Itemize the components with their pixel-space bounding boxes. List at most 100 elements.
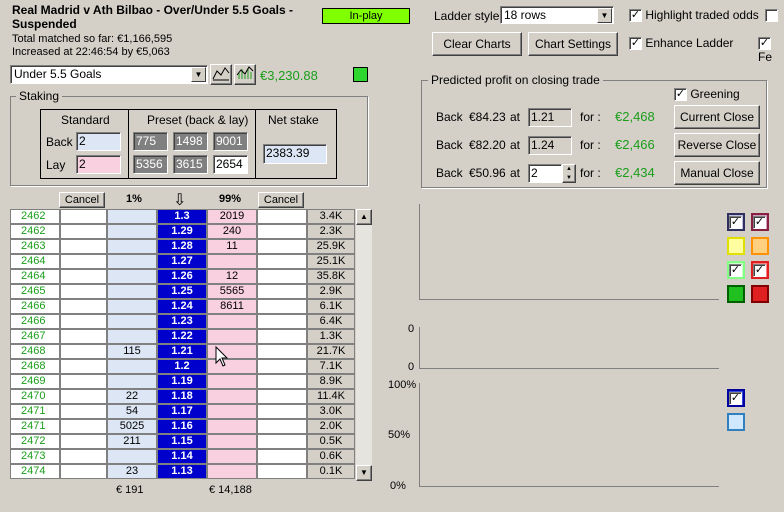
swatch-red-check[interactable]: ✓	[751, 261, 769, 279]
swatch-yellow[interactable]	[727, 237, 745, 255]
clear-charts-button[interactable]: Clear Charts	[432, 32, 522, 56]
back-order-cell[interactable]	[60, 299, 107, 314]
lay-amount-cell[interactable]: 240	[207, 224, 257, 239]
back-preset-1[interactable]: 775	[133, 132, 168, 151]
highlight-traded-checkbox[interactable]: ✓ Highlight traded odds	[629, 8, 759, 23]
back-order-cell[interactable]	[60, 404, 107, 419]
back-amount-cell[interactable]	[107, 284, 157, 299]
enhance-ladder-checkbox[interactable]: ✓ Enhance Ladder	[629, 36, 733, 51]
lay-order-cell[interactable]	[257, 404, 307, 419]
swatch-darkgreen[interactable]	[727, 285, 745, 303]
back-amount-cell[interactable]	[107, 374, 157, 389]
back-order-cell[interactable]	[60, 269, 107, 284]
back-preset-2[interactable]: 1498	[173, 132, 208, 151]
lay-order-cell[interactable]	[257, 449, 307, 464]
back-order-cell[interactable]	[60, 464, 107, 479]
lay-amount-cell[interactable]	[207, 434, 257, 449]
swatch-lightblue[interactable]	[727, 413, 745, 431]
back-order-cell[interactable]	[60, 239, 107, 254]
lay-preset-2[interactable]: 3615	[173, 155, 208, 174]
check-icon[interactable]: ✓	[729, 264, 742, 278]
lay-amount-cell[interactable]: 11	[207, 239, 257, 254]
bar-chart-icon[interactable]	[234, 64, 256, 85]
check-icon[interactable]: ✓	[753, 264, 766, 278]
line-chart-icon[interactable]	[210, 64, 232, 85]
check-icon[interactable]: ✓	[753, 216, 766, 230]
ladder-scrollbar[interactable]: ▲ ▼	[356, 209, 372, 481]
back-preset-3[interactable]: 9001	[213, 132, 248, 151]
lay-amount-cell[interactable]: 5565	[207, 284, 257, 299]
back-order-cell[interactable]	[60, 284, 107, 299]
lay-order-cell[interactable]	[257, 359, 307, 374]
swatch-darkred[interactable]	[751, 285, 769, 303]
lay-amount-cell[interactable]	[207, 389, 257, 404]
back-order-cell[interactable]	[60, 374, 107, 389]
back-amount-cell[interactable]	[107, 254, 157, 269]
close-trade-button[interactable]: Reverse Close	[674, 133, 760, 157]
swatch-magenta-check[interactable]: ✓	[751, 213, 769, 231]
lay-order-cell[interactable]	[257, 284, 307, 299]
lay-order-cell[interactable]	[257, 209, 307, 224]
check-icon[interactable]: ✓	[629, 9, 642, 23]
swatch-blue-check[interactable]: ✓	[727, 213, 745, 231]
chevron-down-icon[interactable]: ▼	[597, 8, 612, 23]
lay-stake-input[interactable]: 2	[76, 155, 121, 174]
lay-order-cell[interactable]	[257, 434, 307, 449]
lay-amount-cell[interactable]: 2019	[207, 209, 257, 224]
market-select[interactable]: Under 5.5 Goals ▼	[10, 65, 208, 84]
lay-order-cell[interactable]	[257, 314, 307, 329]
back-order-cell[interactable]	[60, 254, 107, 269]
chart-settings-button[interactable]: Chart Settings	[528, 32, 618, 56]
back-amount-cell[interactable]: 54	[107, 404, 157, 419]
lay-amount-cell[interactable]: 12	[207, 269, 257, 284]
profit-odds-input[interactable]: 2	[528, 164, 562, 183]
lay-order-cell[interactable]	[257, 224, 307, 239]
lay-amount-cell[interactable]	[207, 464, 257, 479]
back-order-cell[interactable]	[60, 389, 107, 404]
swatch-orange[interactable]	[751, 237, 769, 255]
back-amount-cell[interactable]	[107, 269, 157, 284]
lay-amount-cell[interactable]	[207, 419, 257, 434]
back-order-cell[interactable]	[60, 359, 107, 374]
back-amount-cell[interactable]: 211	[107, 434, 157, 449]
lay-amount-cell[interactable]	[207, 254, 257, 269]
lay-amount-cell[interactable]	[207, 329, 257, 344]
back-amount-cell[interactable]	[107, 239, 157, 254]
back-order-cell[interactable]	[60, 434, 107, 449]
back-amount-cell[interactable]	[107, 329, 157, 344]
back-order-cell[interactable]	[60, 449, 107, 464]
lay-amount-cell[interactable]	[207, 404, 257, 419]
back-stake-input[interactable]: 2	[76, 132, 121, 151]
extra-checkbox-top[interactable]	[765, 8, 778, 23]
lay-amount-cell[interactable]	[207, 314, 257, 329]
back-amount-cell[interactable]: 5025	[107, 419, 157, 434]
back-amount-cell[interactable]	[107, 449, 157, 464]
back-amount-cell[interactable]	[107, 359, 157, 374]
back-amount-cell[interactable]	[107, 209, 157, 224]
back-amount-cell[interactable]: 23	[107, 464, 157, 479]
swatch-lightgreen-check[interactable]: ✓	[727, 261, 745, 279]
back-order-cell[interactable]	[60, 314, 107, 329]
check-icon[interactable]: ✓	[674, 88, 687, 102]
checkbox-empty[interactable]	[765, 9, 778, 23]
close-trade-button[interactable]: Manual Close	[674, 161, 760, 185]
lay-amount-cell[interactable]	[207, 374, 257, 389]
back-order-cell[interactable]	[60, 224, 107, 239]
extra-checkbox-fe[interactable]: ✓ Fe	[758, 36, 784, 64]
back-order-cell[interactable]	[60, 344, 107, 359]
lay-order-cell[interactable]	[257, 299, 307, 314]
lay-order-cell[interactable]	[257, 329, 307, 344]
back-amount-cell[interactable]: 115	[107, 344, 157, 359]
back-amount-cell[interactable]: 22	[107, 389, 157, 404]
lay-order-cell[interactable]	[257, 389, 307, 404]
lay-order-cell[interactable]	[257, 254, 307, 269]
back-order-cell[interactable]	[60, 419, 107, 434]
lay-order-cell[interactable]	[257, 239, 307, 254]
lay-amount-cell[interactable]: 8611	[207, 299, 257, 314]
back-amount-cell[interactable]	[107, 314, 157, 329]
check-icon[interactable]: ✓	[758, 37, 771, 51]
lay-order-cell[interactable]	[257, 374, 307, 389]
lay-order-cell[interactable]	[257, 344, 307, 359]
odds-spinner-icon[interactable]: ▲ ▼	[562, 164, 576, 183]
chevron-down-icon[interactable]: ▼	[191, 67, 206, 82]
